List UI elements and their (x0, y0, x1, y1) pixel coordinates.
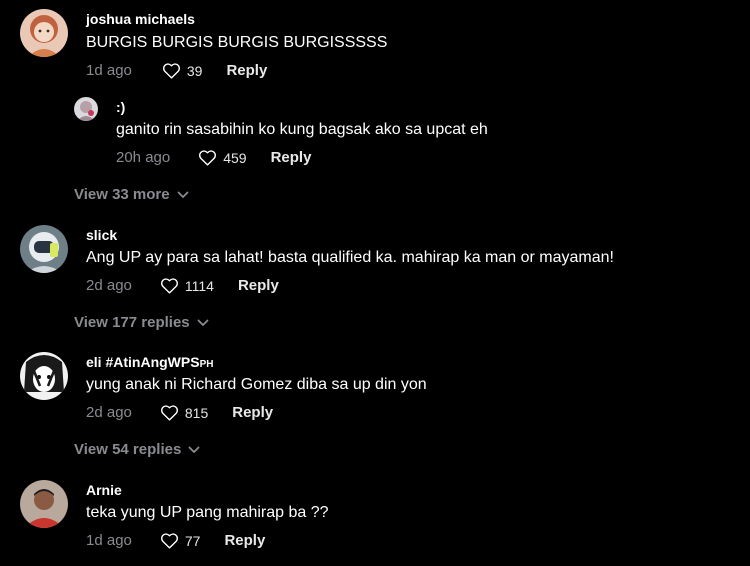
reply-button[interactable]: Reply (238, 277, 279, 294)
comment-username[interactable]: eli #AtinAngWPSPH (86, 354, 213, 370)
avatar[interactable] (20, 225, 68, 273)
view-more-replies[interactable]: View 54 replies (74, 441, 200, 458)
comment-username[interactable]: slick (86, 227, 117, 243)
comment-text: Ang UP ay para sa lahat! basta qualified… (86, 249, 614, 266)
avatar[interactable] (20, 9, 68, 57)
comment-username[interactable]: Arnie (86, 482, 122, 498)
reply-timestamp: 20h ago (116, 149, 171, 166)
avatar[interactable] (20, 480, 68, 528)
like-count: 39 (186, 62, 203, 79)
username-text: eli #AtinAngWPS (86, 354, 200, 370)
reply-button[interactable]: Reply (226, 62, 267, 79)
comment-thread: joshua michaels BURGIS BURGIS BURGIS BUR… (0, 0, 750, 566)
view-more-replies[interactable]: View 33 more (74, 186, 189, 203)
comment-text: BURGIS BURGIS BURGIS BURGISSSSS (86, 34, 388, 51)
like-button[interactable]: 1114 (160, 277, 214, 294)
view-more-label: View 33 more (74, 186, 170, 203)
avatar[interactable] (20, 352, 68, 400)
avatar-image (74, 97, 98, 121)
view-more-label: View 177 replies (74, 314, 190, 331)
comment-meta: 2d ago 1114 Reply (86, 277, 279, 294)
comment-username[interactable]: joshua michaels (86, 11, 195, 27)
like-button[interactable]: 77 (160, 532, 201, 549)
heart-icon (160, 278, 178, 294)
chevron-down-icon (197, 319, 209, 326)
like-count: 1114 (184, 277, 214, 294)
chevron-down-icon (177, 191, 189, 198)
reply-meta: 20h ago 459 Reply (116, 149, 311, 166)
comment-text: yung anak ni Richard Gomez diba sa up di… (86, 376, 427, 393)
heart-icon (160, 533, 178, 549)
comment-timestamp: 2d ago (86, 277, 132, 294)
avatar-image (20, 480, 68, 528)
comment-timestamp: 1d ago (86, 62, 132, 79)
reply-button[interactable]: Reply (232, 404, 273, 421)
view-more-replies[interactable]: View 177 replies (74, 314, 209, 331)
like-button[interactable]: 459 (198, 149, 247, 166)
heart-icon (199, 150, 217, 166)
like-count: 815 (184, 404, 209, 421)
comment-meta: 1d ago 39 Reply (86, 62, 267, 79)
like-count: 459 (223, 149, 247, 166)
reply-username[interactable]: :) (116, 99, 125, 115)
comment-text: teka yung UP pang mahirap ba ?? (86, 504, 329, 521)
reply-button[interactable]: Reply (224, 532, 265, 549)
view-more-label: View 54 replies (74, 441, 182, 458)
comment-meta: 2d ago 815 Reply (86, 404, 273, 421)
heart-icon (162, 63, 180, 79)
reply-button[interactable]: Reply (271, 149, 312, 166)
like-button[interactable]: 815 (160, 404, 208, 421)
reply-text: ganito rin sasabihin ko kung bagsak ako … (116, 121, 488, 138)
like-button[interactable]: 39 (162, 62, 203, 79)
avatar-image (20, 225, 68, 273)
avatar-image (20, 9, 68, 57)
comment-meta: 1d ago 77 Reply (86, 532, 265, 549)
avatar[interactable] (74, 97, 98, 121)
like-count: 77 (184, 532, 201, 549)
username-suffix: PH (199, 359, 214, 370)
chevron-down-icon (188, 446, 200, 453)
comment-timestamp: 1d ago (86, 532, 132, 549)
avatar-image (20, 352, 68, 400)
heart-icon (160, 405, 178, 421)
comment-timestamp: 2d ago (86, 404, 132, 421)
